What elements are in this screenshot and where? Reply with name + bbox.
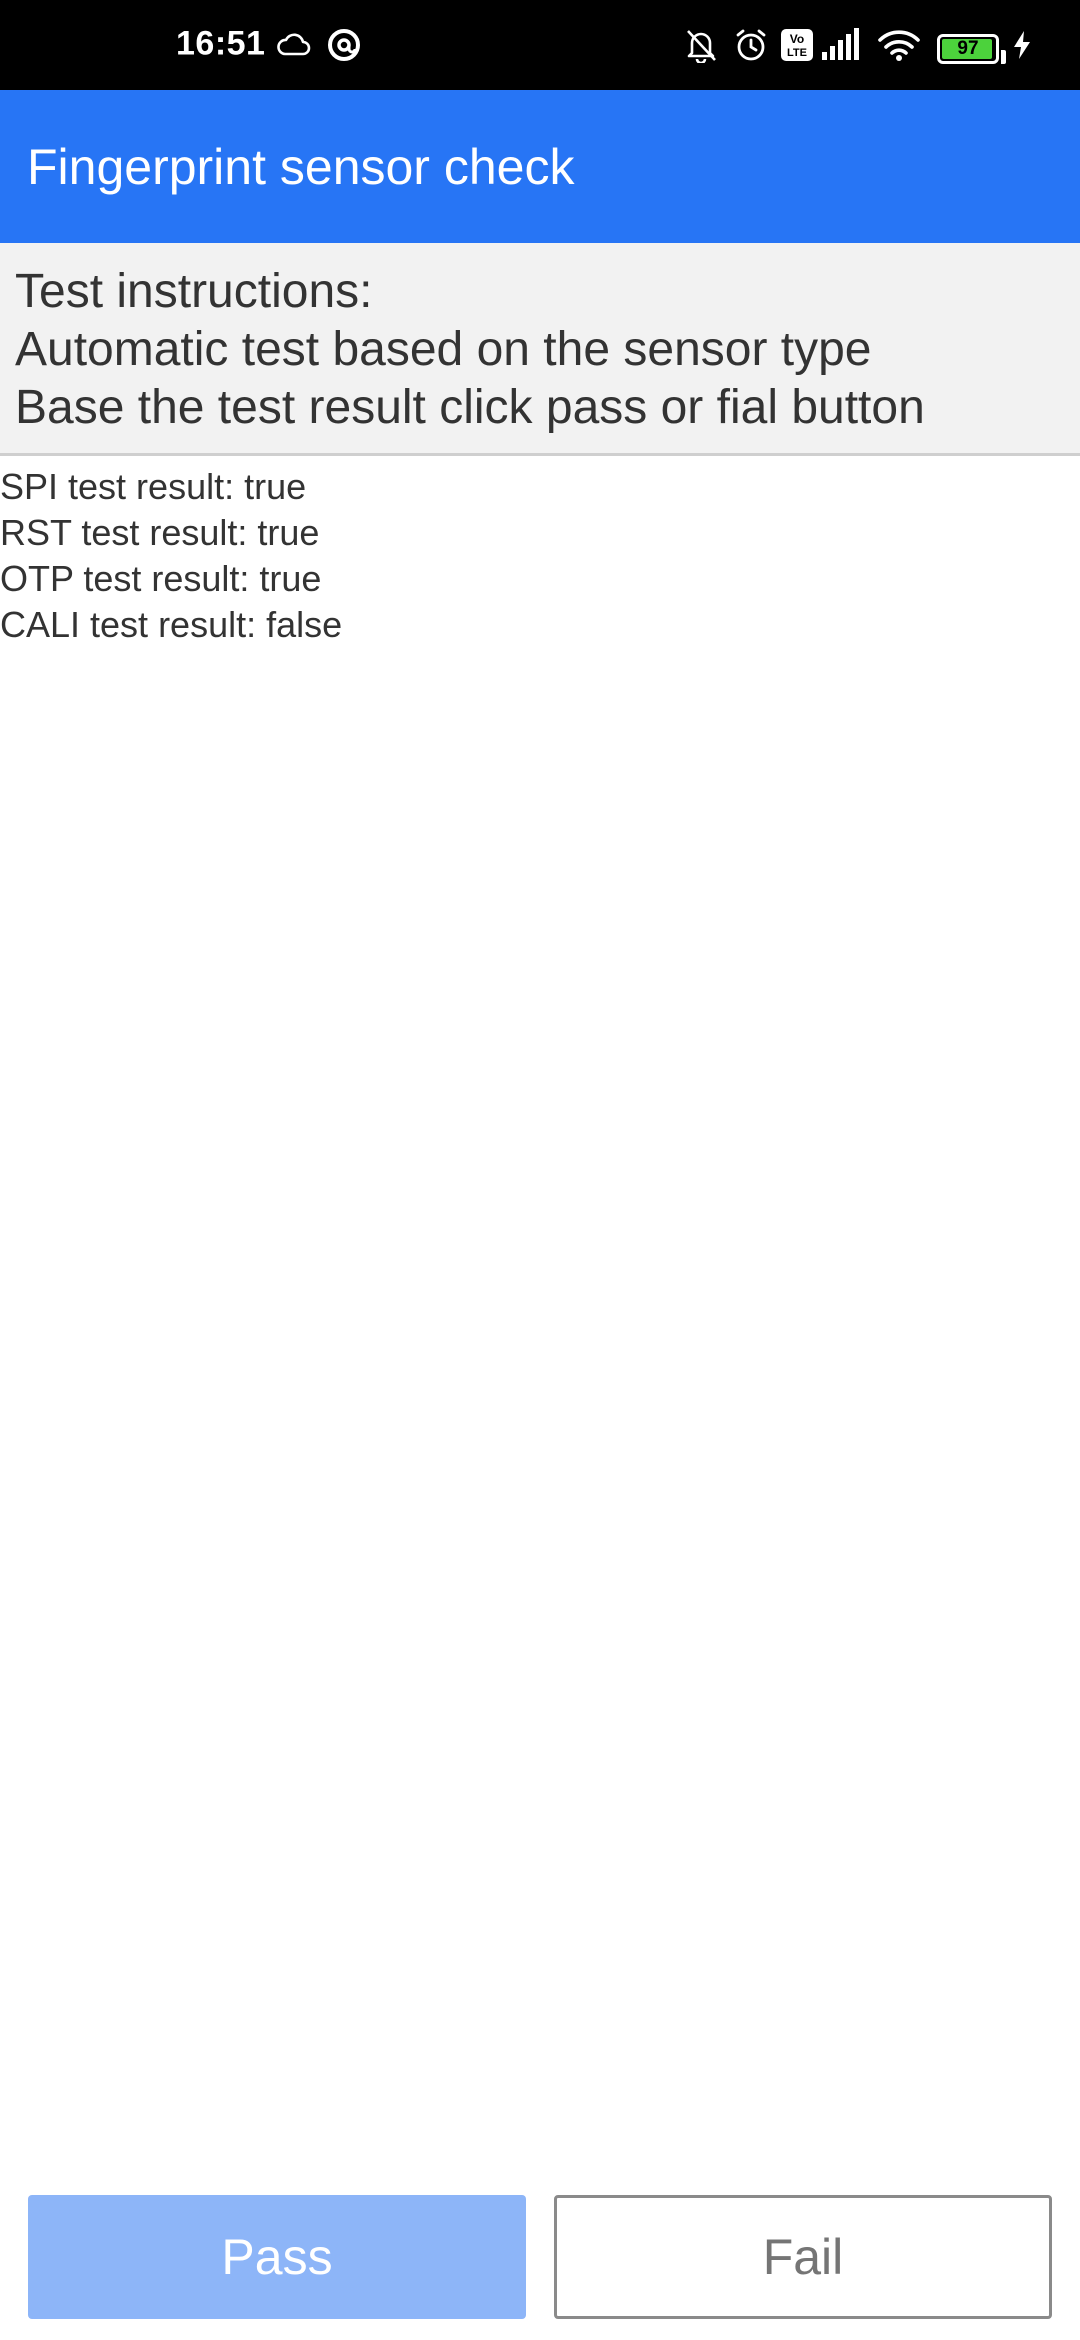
charging-icon xyxy=(1014,31,1030,59)
status-bar: 16:51 Vo LTE 97 xyxy=(0,0,1080,90)
pass-button[interactable]: Pass xyxy=(28,2195,526,2319)
spi-test-result: SPI test result: true xyxy=(0,466,307,507)
test-results-list: SPI test result: true RST test result: t… xyxy=(0,464,1080,648)
rst-test-result: RST test result: true xyxy=(0,512,320,553)
fail-button[interactable]: Fail xyxy=(554,2195,1052,2319)
alarm-icon xyxy=(736,29,766,61)
battery-level-text: 97 xyxy=(957,38,979,59)
wifi-icon xyxy=(878,30,920,61)
cloud-icon xyxy=(277,33,311,56)
volte-label-bottom: LTE xyxy=(787,47,807,59)
instructions-line: Base the test result click pass or fial … xyxy=(15,381,925,434)
page-title: Fingerprint sensor check xyxy=(27,138,575,195)
bell-off-icon xyxy=(687,30,716,63)
cali-test-result: CALI test result: false xyxy=(0,604,343,645)
otp-test-result: OTP test result: true xyxy=(0,558,322,599)
volte-icon: Vo LTE xyxy=(781,29,813,61)
battery-icon: 97 xyxy=(937,34,999,64)
battery-cap xyxy=(1001,50,1006,64)
instructions-heading: Test instructions: xyxy=(15,265,373,318)
signal-icon xyxy=(822,28,859,60)
at-sign-icon xyxy=(328,29,360,61)
instructions-line: Automatic test based on the sensor type xyxy=(15,323,872,376)
app-bar: Fingerprint sensor check xyxy=(0,90,1080,243)
test-instructions-panel: Test instructions: Automatic test based … xyxy=(0,243,1080,456)
volte-label-top: Vo xyxy=(790,32,804,46)
status-time: 16:51 xyxy=(176,24,266,63)
